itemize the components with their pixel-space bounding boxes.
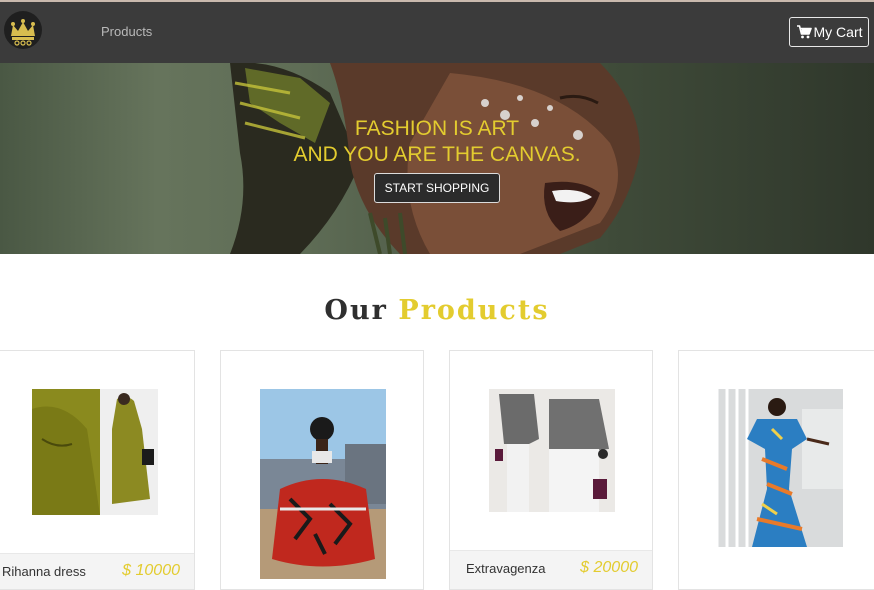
product-card-1[interactable]: Rihanna dress $ 10000	[0, 350, 195, 590]
product-footer-1: Rihanna dress $ 10000	[0, 553, 194, 589]
product-image-4[interactable]	[717, 389, 843, 547]
section-title-word1: Our	[324, 295, 388, 326]
nav-link-products[interactable]: Products	[101, 24, 152, 39]
my-cart-button[interactable]: My Cart	[789, 17, 869, 47]
product-footer-3: Extravagenza $ 20000	[450, 550, 652, 589]
hero-headline-line2: AND YOU ARE THE CANVAS.	[293, 143, 581, 166]
cart-label: My Cart	[813, 24, 863, 40]
product-card-2[interactable]	[220, 350, 424, 590]
crown-logo-icon[interactable]	[4, 11, 42, 49]
product-card-4[interactable]	[678, 350, 874, 590]
cart-icon	[796, 25, 812, 39]
navbar: Products My Cart	[0, 2, 874, 63]
product-price-1: $ 10000	[122, 562, 180, 579]
product-price-3: $ 20000	[580, 559, 638, 576]
section-title-word2: Products	[398, 295, 550, 326]
hero-banner: FASHION IS ART AND YOU ARE THE CANVAS. S…	[0, 63, 874, 254]
start-shopping-button[interactable]: START SHOPPING	[374, 173, 500, 203]
section-title: Our Products	[0, 295, 874, 326]
product-image-1[interactable]	[32, 389, 158, 515]
product-card-3[interactable]: Extravagenza $ 20000	[449, 350, 653, 590]
product-image-2[interactable]	[260, 389, 386, 579]
product-image-3[interactable]	[489, 389, 615, 512]
hero-headline-line1: FASHION IS ART	[354, 117, 520, 140]
product-name-1: Rihanna dress	[2, 564, 86, 579]
product-name-3: Extravagenza	[466, 561, 546, 576]
